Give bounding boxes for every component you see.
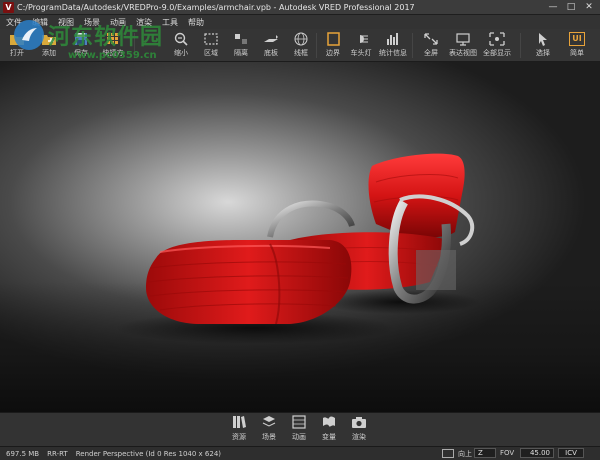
animation-label: 动画 <box>292 433 306 441</box>
render-camera-icon <box>352 417 366 428</box>
render-info: Render Perspective (Id 0 Res 1040 x 624) <box>75 449 221 458</box>
ottoman <box>146 240 352 324</box>
zoom-out-icon <box>174 32 188 46</box>
animation-button[interactable]: 动画 <box>284 415 314 442</box>
statistics-icon <box>387 33 398 45</box>
simple-ui-label: 简单 <box>570 49 584 57</box>
renderer-mode: RR-RT <box>47 449 68 458</box>
select-icon <box>539 33 547 46</box>
menu-view[interactable]: 视图 <box>58 17 74 28</box>
variants-label: 变量 <box>322 433 336 441</box>
select-button[interactable]: 选择 <box>528 30 558 61</box>
toolbar-separator <box>520 33 521 58</box>
scene-button[interactable]: 场景 <box>254 415 284 442</box>
menu-help[interactable]: 帮助 <box>188 17 204 28</box>
render-viewport[interactable] <box>0 62 600 412</box>
window-controls: — □ ✕ <box>544 1 598 13</box>
module-dock: 资源 场景 动画 变量 渲染 <box>0 412 600 446</box>
presentation-view-button[interactable]: 表达视图 <box>448 30 478 61</box>
show-all-label: 全部显示 <box>483 49 511 57</box>
isolate-icon <box>235 34 247 44</box>
scene-label: 场景 <box>262 433 276 441</box>
memory-usage: 697.5 MB <box>6 449 40 458</box>
menu-bar: 文件 编辑 视图 场景 动画 渲染 工具 帮助 <box>0 15 600 29</box>
assets-icon <box>233 416 246 428</box>
assets-label: 资源 <box>232 433 246 441</box>
armchair-render <box>115 153 480 344</box>
animation-icon <box>292 415 306 429</box>
up-label: 向上 <box>458 450 472 458</box>
close-button[interactable]: ✕ <box>580 1 598 13</box>
menu-animation[interactable]: 动画 <box>110 17 126 28</box>
show-all-button[interactable]: 全部显示 <box>482 30 512 61</box>
fullscreen-icon <box>424 33 438 45</box>
icv-button[interactable]: ICV <box>558 448 584 458</box>
statistics-label: 统计信息 <box>379 49 407 57</box>
chair-left-armrest <box>267 200 355 238</box>
scene-icon <box>262 416 276 427</box>
headlight-icon <box>360 35 368 43</box>
menu-edit[interactable]: 编辑 <box>32 17 48 28</box>
fov-input[interactable]: 45.00 <box>520 448 554 458</box>
render-button[interactable]: 渲染 <box>344 415 374 442</box>
fov-label: FOV <box>500 449 515 457</box>
region-icon <box>204 33 218 45</box>
menu-scene[interactable]: 场景 <box>84 17 100 28</box>
base-plate-icon <box>264 35 278 42</box>
save-icon <box>75 33 87 45</box>
minimize-button[interactable]: — <box>544 1 562 13</box>
viewport-icon[interactable] <box>442 449 454 458</box>
open-icon <box>10 35 24 45</box>
bounds-icon <box>327 32 340 46</box>
maximize-button[interactable]: □ <box>562 1 580 13</box>
up-axis-select[interactable]: Z <box>474 448 496 458</box>
status-bar: 697.5 MB RR-RT Render Perspective (Id 0 … <box>0 446 600 460</box>
shortcut-label: 快捷方 <box>102 49 124 57</box>
wireframe-icon <box>294 32 308 46</box>
presentation-view-icon <box>456 33 470 46</box>
chair-side-panel <box>416 250 456 290</box>
assets-button[interactable]: 资源 <box>224 415 254 442</box>
toolbar-separator <box>134 33 135 58</box>
shortcut-icon <box>107 33 118 44</box>
show-all-icon <box>489 32 505 46</box>
window-title: C:/ProgramData/Autodesk/VREDPro-9.0/Exam… <box>17 2 415 12</box>
main-toolbar: 打开 添加 保存 快捷方 缩小 区域 隔离 底板 线框 边界 车头灯 统计信息 … <box>0 29 600 62</box>
add-icon <box>42 35 56 45</box>
variants-icon <box>323 416 335 427</box>
menu-render[interactable]: 渲染 <box>136 17 152 28</box>
render-label: 渲染 <box>352 433 366 441</box>
menu-tools[interactable]: 工具 <box>162 17 178 28</box>
simple-ui-icon: UI <box>569 32 585 46</box>
statistics-button[interactable]: 统计信息 <box>378 30 408 61</box>
title-bar: V C:/ProgramData/Autodesk/VREDPro-9.0/Ex… <box>0 0 600 15</box>
simple-ui-button[interactable]: UI 简单 <box>562 30 592 61</box>
shortcut-button[interactable]: 快捷方 <box>98 30 128 61</box>
variants-button[interactable]: 变量 <box>314 415 344 442</box>
menu-file[interactable]: 文件 <box>6 17 22 28</box>
vred-logo-icon: V <box>3 1 14 13</box>
